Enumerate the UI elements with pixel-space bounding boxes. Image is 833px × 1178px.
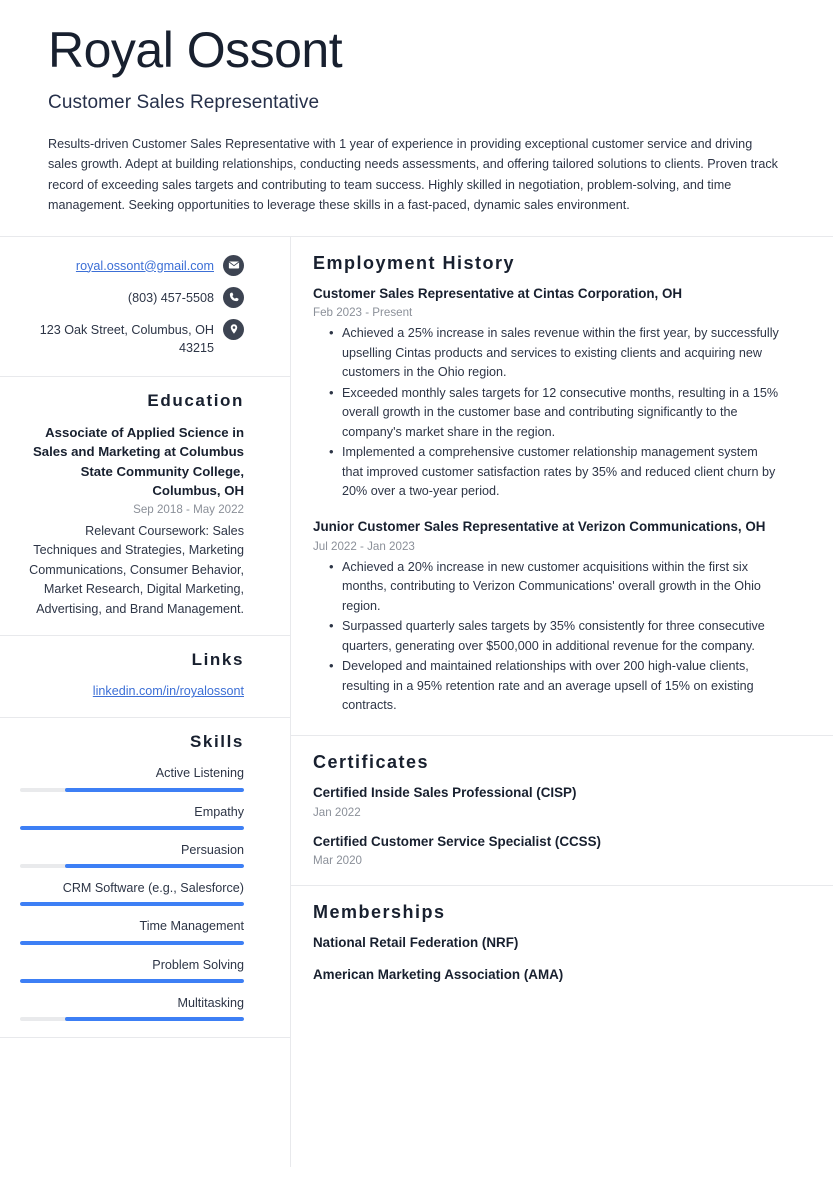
skill-label: Time Management [139,919,244,934]
sidebar-filler [0,1038,290,1068]
page-title: Royal Ossont [48,22,343,78]
memberships-section: Memberships National Retail Federation (… [291,886,833,1003]
skill-bar-fill [20,825,244,830]
contact-section: royal.ossont@gmail.com (803) 457-5508 12… [0,237,290,378]
skill-bar-fill [20,978,244,983]
skill-bar-fill [20,902,244,907]
certificate-title: Certified Inside Sales Professional (CIS… [313,784,577,800]
skill-bar-track [20,864,244,869]
skill-bar-track [20,940,244,945]
education-heading: Education [147,391,244,411]
certificate-entry: Certified Customer Service Specialist (C… [313,833,781,868]
skill-item: Active Listening [20,764,244,792]
bullet-item: Exceeded monthly sales targets for 12 co… [329,383,781,443]
linkedin-link[interactable]: linkedin.com/in/royalossont [20,682,244,701]
contact-item-email[interactable]: royal.ossont@gmail.com [20,254,244,276]
location-pin-icon [223,318,244,340]
links-section: Links linkedin.com/in/royalossont [0,636,290,719]
employment-dates: Jul 2022 - Jan 2023 [313,539,415,553]
bullet-item: Achieved a 20% increase in new customer … [329,557,781,617]
email-link[interactable]: royal.ossont@gmail.com [76,255,214,276]
resume-body: royal.ossont@gmail.com (803) 457-5508 12… [0,236,833,1167]
skill-bar-track [20,978,244,983]
skills-heading: Skills [189,732,244,752]
employment-bullets: Achieved a 25% increase in sales revenue… [313,323,781,502]
phone-number: (803) 457-5508 [127,290,214,305]
employment-dates: Feb 2023 - Present [313,306,413,320]
skill-bar-fill [20,940,244,945]
skill-bar-fill [64,787,244,792]
contact-item-phone[interactable]: (803) 457-5508 [20,286,244,308]
phone-icon [223,286,244,308]
skill-bar-track [20,825,244,830]
employment-bullets: Achieved a 20% increase in new customer … [313,557,781,716]
membership-item: National Retail Federation (NRF) [313,935,519,951]
bullet-item: Achieved a 25% increase in sales revenue… [329,323,781,383]
skill-bar-fill [64,864,244,869]
employment-title: Customer Sales Representative at Cintas … [313,285,683,301]
skill-item: Multitasking [20,994,245,1022]
employment-title: Junior Customer Sales Representative at … [313,518,766,534]
skill-label: Empathy [194,804,244,819]
skill-bar-fill [64,1017,244,1022]
skill-bar-track [20,787,244,792]
skill-item: Time Management [20,917,244,945]
skill-label: Multitasking [177,995,245,1010]
skill-item: Empathy [20,803,244,830]
contact-item-address: 123 Oak Street, Columbus, OH 43215 [20,318,244,359]
professional-summary: Results-driven Customer Sales Representa… [48,137,778,213]
education-dates: Sep 2018 - May 2022 [133,502,244,516]
employment-history-section: Employment History Customer Sales Repres… [291,237,833,736]
resume-page: Royal Ossont Customer Sales Representati… [0,0,833,1178]
skill-item: Problem Solving [20,956,244,983]
links-heading: Links [191,650,244,670]
certificate-date: Mar 2020 [313,854,362,868]
skill-label: Persuasion [180,842,244,857]
certificates-heading: Certificates [313,751,430,772]
membership-item: American Marketing Association (AMA) [313,967,564,983]
skill-item: CRM Software (e.g., Salesforce) [20,879,244,907]
employment-entry: Junior Customer Sales Representative at … [313,518,781,716]
main-column: Employment History Customer Sales Repres… [291,237,833,1167]
skill-item: Persuasion [20,841,244,869]
bullet-item: Surpassed quarterly sales targets by 35%… [329,616,781,656]
education-section: Education Associate of Applied Science i… [0,377,290,637]
job-title: Customer Sales Representative [48,92,320,113]
skill-label: Active Listening [155,766,244,781]
certificate-title: Certified Customer Service Specialist (C… [313,833,601,849]
education-description: Relevant Coursework: Sales Techniques an… [29,523,244,616]
skills-section: Skills Active Listening Empathy Persuasi… [0,718,290,1039]
resume-header: Royal Ossont Customer Sales Representati… [0,0,833,237]
certificate-entry: Certified Inside Sales Professional (CIS… [313,784,781,819]
contact-list: royal.ossont@gmail.com (803) 457-5508 12… [20,251,244,359]
certificates-section: Certificates Certified Inside Sales Prof… [291,736,833,887]
skill-bar-track [20,1017,244,1022]
education-degree: Associate of Applied Science in Sales an… [32,425,244,498]
memberships-heading: Memberships [313,902,446,923]
employment-history-heading: Employment History [313,252,516,273]
skill-bar-track [20,902,244,907]
envelope-icon [223,254,244,276]
sidebar-column: royal.ossont@gmail.com (803) 457-5508 12… [0,236,291,1167]
skill-label: Problem Solving [152,957,244,972]
employment-entry: Customer Sales Representative at Cintas … [313,285,781,502]
address-text: 123 Oak Street, Columbus, OH 43215 [39,322,214,356]
skill-label: CRM Software (e.g., Salesforce) [62,881,244,896]
certificate-date: Jan 2022 [313,805,361,819]
bullet-item: Developed and maintained relationships w… [329,656,781,716]
bullet-item: Implemented a comprehensive customer rel… [329,442,781,502]
